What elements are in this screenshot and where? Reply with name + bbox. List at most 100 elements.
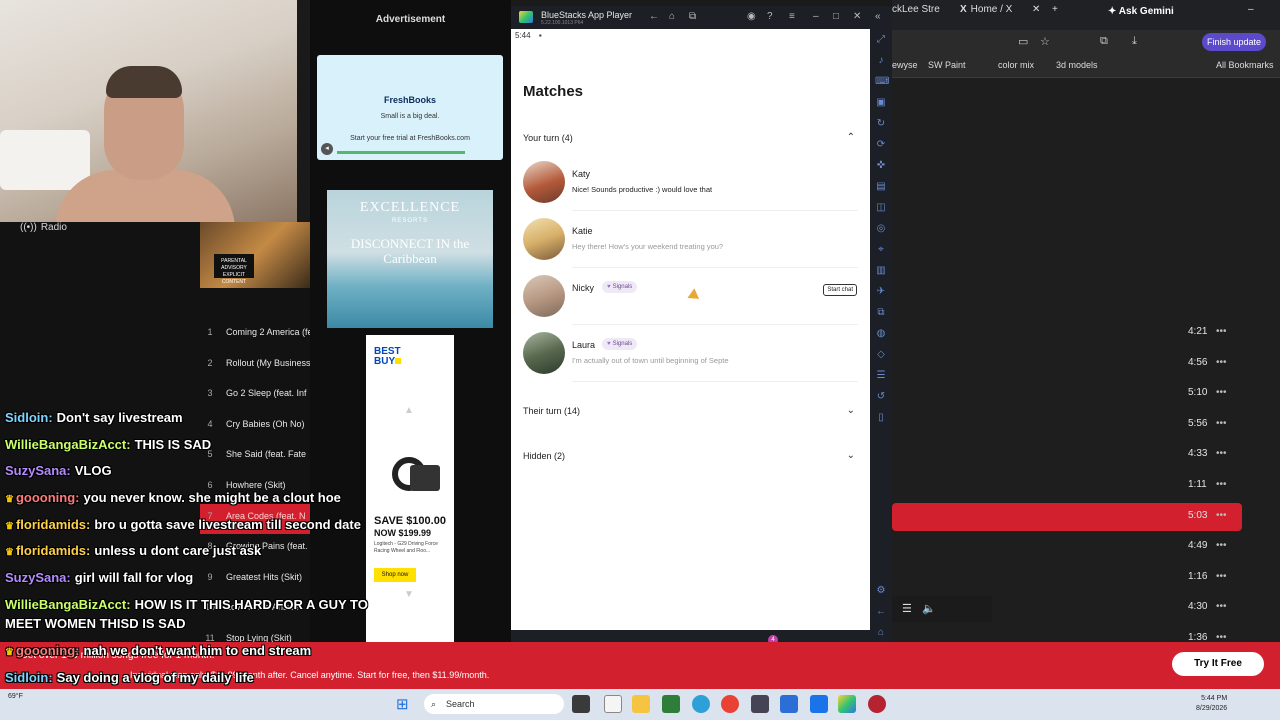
macro-icon[interactable]: ▤ <box>875 181 887 193</box>
track-duration-row[interactable]: 5:56 ••• <box>1150 418 1240 444</box>
match-row[interactable]: Katie Hey there! How's your weekend trea… <box>523 218 859 268</box>
carousel-up-icon[interactable]: ▲ <box>404 405 414 416</box>
more-options-icon[interactable]: ••• <box>1216 448 1227 459</box>
home-icon[interactable]: ⌂ <box>669 11 675 22</box>
refresh-icon[interactable]: ↺ <box>875 391 887 403</box>
minimize-icon[interactable]: – <box>1248 4 1254 26</box>
copy-icon[interactable]: ⧉ <box>875 307 887 319</box>
taskbar-search[interactable]: ⌕ Search <box>424 694 564 714</box>
bestbuy-ad[interactable]: BEST BUY ▲ SAVE $100.00 NOW $199.99 Logi… <box>366 335 454 663</box>
browser-tab-x[interactable]: X Home / X <box>960 4 1012 26</box>
rotate-icon[interactable]: ↻ <box>875 118 887 130</box>
settings-icon[interactable]: ⚙ <box>875 585 887 597</box>
bookmark-item[interactable]: ewyse <box>892 60 918 70</box>
file-explorer-icon[interactable] <box>632 695 650 713</box>
bookmark-item[interactable]: color mix <box>998 60 1034 70</box>
match-row[interactable]: Katy Nice! Sounds productive :) would lo… <box>523 161 859 211</box>
track-duration-row[interactable]: 5:10 ••• <box>1150 387 1240 413</box>
calculator-icon[interactable] <box>751 695 769 713</box>
close-icon[interactable]: ✕ <box>853 11 861 22</box>
hidden-section[interactable]: Hidden (2) ⌄ <box>523 450 859 461</box>
bluestacks-taskbar-icon[interactable] <box>838 695 856 713</box>
track-row[interactable]: 5 She Said (feat. Fate <box>200 442 310 472</box>
back-icon[interactable]: ← <box>875 606 887 618</box>
more-options-icon[interactable]: ••• <box>1216 387 1227 398</box>
more-options-icon[interactable]: ••• <box>1216 601 1227 612</box>
track-row[interactable]: 1 Coming 2 America (feat. <box>200 320 310 350</box>
track-duration-row[interactable]: 4:56 ••• <box>1150 357 1240 383</box>
record-icon[interactable]: ◎ <box>875 223 887 235</box>
track-row[interactable]: 9 Greatest Hits (Skit) <box>200 565 310 595</box>
spreadsheet-icon[interactable] <box>662 695 680 713</box>
help-icon[interactable]: ? <box>767 11 773 22</box>
keyboard-icon[interactable]: ⌨ <box>875 76 889 88</box>
browser-tab[interactable]: ckLee Stre <box>892 4 940 26</box>
eco-mode-icon[interactable]: ◍ <box>875 328 887 340</box>
maximize-icon[interactable]: □ <box>833 11 839 22</box>
multi-window-icon[interactable]: ▯ <box>875 412 887 424</box>
finish-update-button[interactable]: Finish update <box>1202 33 1266 51</box>
carousel-down-icon[interactable]: ▼ <box>404 589 414 600</box>
weather-widget[interactable]: 69°F <box>8 693 23 700</box>
screenshot-icon[interactable]: ◫ <box>875 202 887 214</box>
bookmark-star-icon[interactable]: ☆ <box>1040 35 1050 48</box>
sync-icon[interactable]: ⟳ <box>875 139 887 151</box>
media-folder-icon[interactable]: ▥ <box>875 265 887 277</box>
close-tab-icon[interactable]: ✕ <box>1032 4 1040 26</box>
home-icon[interactable]: ⌂ <box>875 627 887 639</box>
stack-icon[interactable]: ☰ <box>875 370 887 382</box>
notepad-icon[interactable] <box>604 695 622 713</box>
download-icon[interactable]: ⤓ <box>1132 35 1137 48</box>
chrome-icon[interactable] <box>721 695 739 713</box>
extensions-icon[interactable]: ⧉ <box>1100 35 1108 48</box>
track-row[interactable]: 3 Go 2 Sleep (feat. Inf <box>200 381 310 411</box>
more-options-icon[interactable]: ••• <box>1216 510 1227 521</box>
account-icon[interactable]: ◉ <box>747 11 756 22</box>
start-chat-button[interactable]: Start chat <box>823 284 857 296</box>
gamepad-icon[interactable]: ✜ <box>875 160 887 172</box>
more-options-icon[interactable]: ••• <box>1216 357 1227 368</box>
bookmark-item[interactable]: SW Paint <box>928 60 966 70</box>
track-duration-row[interactable]: 4:30 ••• <box>1150 601 1240 627</box>
bookmark-item[interactable]: 3d models <box>1056 60 1098 70</box>
more-options-icon[interactable]: ••• <box>1216 540 1227 551</box>
ask-gemini-button[interactable]: ✦ Ask Gemini <box>1108 6 1174 17</box>
freshbooks-ad[interactable]: FreshBooks Small is a big deal. Start yo… <box>317 55 503 160</box>
airplane-icon[interactable]: ✈ <box>875 286 887 298</box>
back-icon[interactable]: ← <box>649 11 659 22</box>
your-turn-section[interactable]: Your turn (4) ⌃ <box>523 132 859 143</box>
edge-icon[interactable] <box>692 695 710 713</box>
start-button[interactable]: ⊞ <box>396 695 409 713</box>
track-duration-row[interactable]: 4:21 ••• <box>1150 326 1240 352</box>
more-options-icon[interactable]: ••• <box>1216 418 1227 429</box>
collapse-sidebar-icon[interactable]: « <box>875 11 881 22</box>
mute-icon[interactable]: ◂ <box>321 143 333 155</box>
screen-lock-icon[interactable]: ▣ <box>875 97 887 109</box>
app-icon[interactable] <box>780 695 798 713</box>
more-options-icon[interactable]: ••• <box>1216 326 1227 337</box>
fullscreen-icon[interactable]: ⤢ <box>875 34 887 46</box>
minimize-icon[interactable]: – <box>813 11 819 22</box>
shake-icon[interactable]: ◇ <box>875 349 887 361</box>
try-free-button[interactable]: Try It Free <box>1172 652 1264 676</box>
shop-now-button[interactable]: Shop now <box>374 568 416 582</box>
volume-icon[interactable]: 🔈 <box>922 602 936 615</box>
track-duration-row[interactable]: 1:16 ••• <box>1150 571 1240 597</box>
more-options-icon[interactable]: ••• <box>1216 571 1227 582</box>
radio-label[interactable]: ((•)) Radio <box>20 222 71 233</box>
multi-instance-icon[interactable]: ⧉ <box>689 11 696 22</box>
system-clock[interactable]: 5:44 PM 8/29/2026 <box>1196 694 1227 714</box>
track-duration-row[interactable]: 5:03 ••• <box>1150 510 1240 536</box>
volume-icon[interactable]: ♪ <box>875 55 887 67</box>
track-duration-row[interactable]: 1:11 ••• <box>1150 479 1240 505</box>
location-icon[interactable]: ⌖ <box>875 244 887 256</box>
track-row[interactable]: 2 Rollout (My Business) <box>200 351 310 381</box>
app-icon[interactable] <box>868 695 886 713</box>
excellence-resorts-ad[interactable]: EXCELLENCE RESORTS DISCONNECT IN the Car… <box>327 190 493 328</box>
new-tab-icon[interactable]: + <box>1052 4 1058 26</box>
cast-icon[interactable]: ▭ <box>1018 35 1028 48</box>
track-duration-row[interactable]: 4:33 ••• <box>1150 448 1240 474</box>
queue-icon[interactable]: ☰ <box>902 602 912 615</box>
track-row[interactable]: 4 Cry Babies (Oh No) <box>200 412 310 442</box>
task-view-icon[interactable] <box>572 695 590 713</box>
